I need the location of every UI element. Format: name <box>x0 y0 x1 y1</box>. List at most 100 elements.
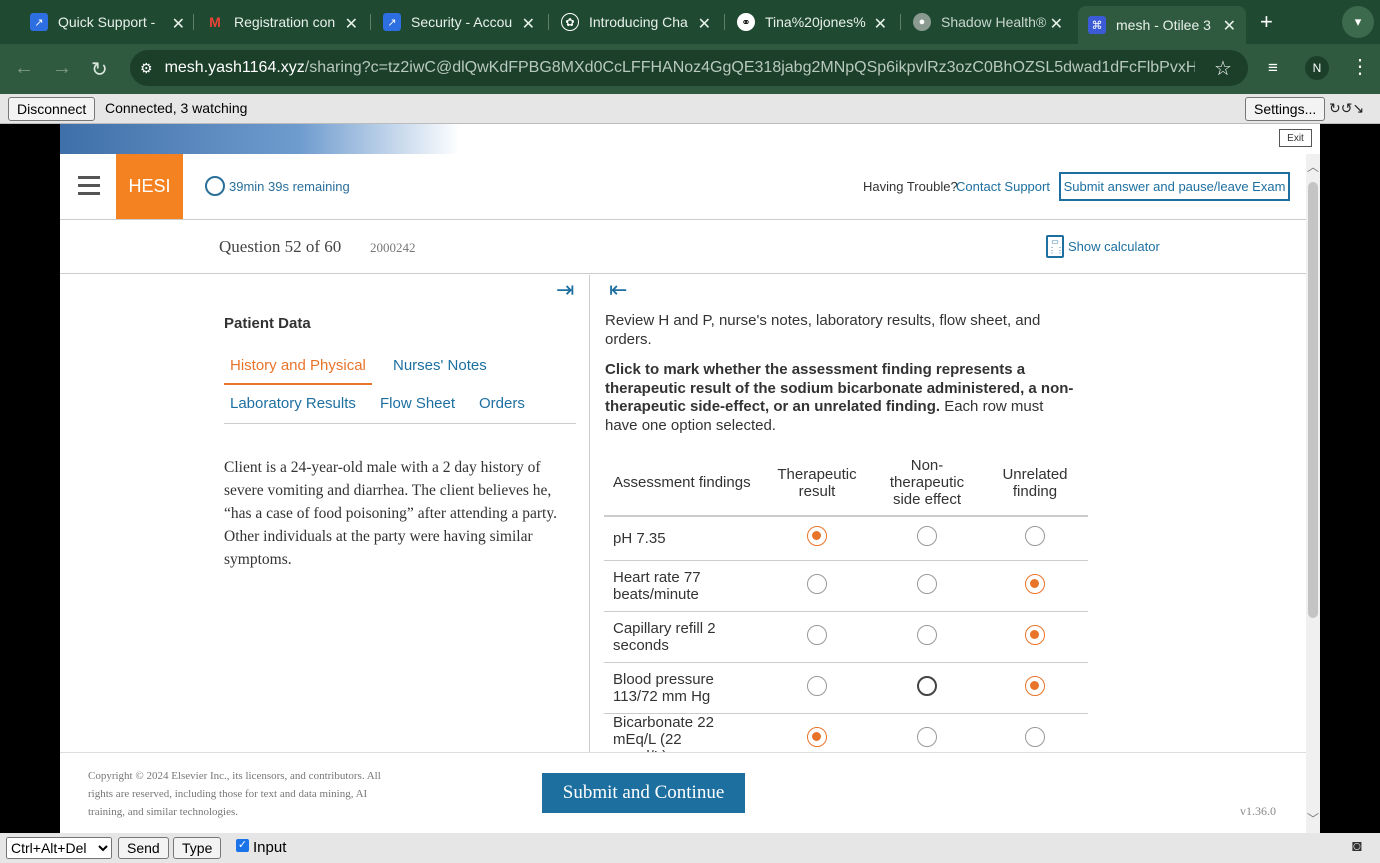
send-button[interactable]: Send <box>118 837 169 859</box>
assessment-table: Assessment findings Therapeutic result N… <box>604 450 1088 753</box>
tab-mesh[interactable]: ⌘ mesh - Otilee 3 ✕ <box>1078 6 1246 44</box>
disconnect-button[interactable]: Disconnect <box>8 97 96 121</box>
scroll-up-icon[interactable]: ︿ <box>1306 158 1320 175</box>
therapeutic-radio[interactable] <box>807 526 827 547</box>
instruction-mark: Click to mark whether the assessment fin… <box>605 361 1075 435</box>
openai-icon: ✿ <box>561 13 579 31</box>
expand-right-icon[interactable]: ⇥ <box>556 277 574 303</box>
tab-laboratory-results[interactable]: Laboratory Results <box>230 395 356 412</box>
side-effect-radio[interactable] <box>917 675 937 696</box>
gmail-icon: M <box>209 14 221 30</box>
new-tab-icon[interactable]: + <box>1260 9 1273 35</box>
globe-icon: ● <box>913 13 931 31</box>
tab-introducing[interactable]: ✿ Introducing Cha ✕ <box>561 6 711 38</box>
close-icon[interactable]: ✕ <box>698 14 711 34</box>
hamburger-icon[interactable] <box>78 176 100 195</box>
bookmark-star-icon[interactable]: ☆ <box>1214 56 1232 81</box>
unrelated-radio[interactable] <box>1025 573 1045 594</box>
close-icon[interactable]: ✕ <box>874 14 887 34</box>
unrelated-radio[interactable] <box>1025 624 1045 645</box>
calculator-icon[interactable]: ▭ ⋮⋮ <box>1046 235 1064 258</box>
tab-separator <box>900 14 901 30</box>
unrelated-radio[interactable] <box>1025 526 1045 547</box>
therapeutic-radio[interactable] <box>807 573 827 594</box>
tab-title: Security - Accou <box>411 14 513 30</box>
tab-search-icon[interactable]: ▾ <box>1342 6 1374 38</box>
url-path: /sharing?c=tz2iwC@dlQwKdFPBG8MXd0CcLFFHA… <box>304 59 1195 76</box>
settings-button[interactable]: Settings... <box>1245 97 1326 121</box>
tab-separator <box>724 14 725 30</box>
finding-label: Bicarbonate 22 mEq/L (22 mmol/L) <box>613 713 714 753</box>
therapeutic-radio[interactable] <box>807 727 827 747</box>
submit-continue-button[interactable]: Submit and Continue <box>542 773 745 813</box>
side-effect-radio[interactable] <box>917 526 937 547</box>
tab-nurses-notes[interactable]: Nurses' Notes <box>393 357 487 374</box>
keys-select[interactable]: Ctrl+Alt+Del <box>6 837 112 859</box>
question-id: 2000242 <box>370 240 416 255</box>
collapse-left-icon[interactable]: ⇤ <box>609 277 627 303</box>
close-icon[interactable]: ✕ <box>1050 14 1063 34</box>
browser-chrome: ↗ Quick Support - ✕ M Registration con ✕… <box>0 0 1380 94</box>
table-header-row: Assessment findings Therapeutic result N… <box>604 450 1088 516</box>
tab-separator <box>193 14 194 30</box>
copyright-text: Copyright © 2024 Elsevier Inc., its lice… <box>88 770 381 818</box>
tabs-divider <box>224 423 576 424</box>
table-row: Blood pressure 113/72 mm Hg <box>604 662 1088 713</box>
therapeutic-radio[interactable] <box>807 675 827 696</box>
hesi-logo: HESI <box>116 154 183 219</box>
scroll-thumb[interactable] <box>1308 182 1318 618</box>
tab-security[interactable]: ↗ Security - Accou ✕ <box>383 6 535 38</box>
close-icon[interactable]: ✕ <box>1223 16 1236 36</box>
tab-flow-sheet[interactable]: Flow Sheet <box>380 395 455 412</box>
column-header: Therapeutic result <box>777 465 857 500</box>
table-row: Heart rate 77 beats/minute <box>604 560 1088 611</box>
scroll-down-icon[interactable]: ﹀ <box>1306 810 1320 827</box>
site-settings-icon[interactable]: ⚙ <box>140 60 153 77</box>
tab-registration[interactable]: M Registration con ✕ <box>206 6 358 38</box>
refresh-icons[interactable]: ↻↺↘ <box>1329 100 1364 117</box>
arrow-app-icon: ↗ <box>30 13 48 31</box>
exam-app: Exit HESI 39min 39s remaining Having Tro… <box>60 124 1320 833</box>
address-bar[interactable]: ⚙ mesh.yash1164.xyz /sharing?c=tz2iwC@dl… <box>130 50 1248 86</box>
unrelated-radio[interactable] <box>1025 675 1045 696</box>
menu-icon[interactable]: ⋮ <box>1350 54 1370 79</box>
tab-orders[interactable]: Orders <box>479 395 525 412</box>
camera-icon[interactable]: ◙ <box>1352 838 1362 856</box>
therapeutic-radio[interactable] <box>807 624 827 645</box>
tab-shadow-health[interactable]: ● Shadow Health® ✕ <box>913 6 1063 38</box>
media-icon[interactable]: ≡ <box>1268 58 1278 78</box>
input-checkbox[interactable]: ✓ <box>236 839 249 852</box>
patient-data-title: Patient Data <box>224 315 311 332</box>
link-icon: ⚭ <box>737 13 755 31</box>
scrollbar[interactable]: ︿ ﹀ <box>1306 154 1320 833</box>
question-panel: ⇤ Review H and P, nurse's notes, laborat… <box>591 275 1306 753</box>
side-effect-radio[interactable] <box>917 727 937 747</box>
tab-history-physical[interactable]: History and Physical <box>230 357 366 374</box>
contact-support-link[interactable]: Contact Support <box>956 179 1050 194</box>
mesh-icon: ⌘ <box>1088 16 1106 34</box>
reload-icon[interactable]: ↻ <box>91 57 108 82</box>
forward-icon[interactable]: → <box>52 57 72 80</box>
active-tab-underline <box>224 383 372 385</box>
clock-icon <box>205 176 225 196</box>
table-row: Bicarbonate 22 mEq/L (22 mmol/L) <box>604 713 1088 753</box>
unrelated-radio[interactable] <box>1025 727 1045 747</box>
tab-tina-jones[interactable]: ⚭ Tina%20jones% ✕ <box>737 6 887 38</box>
side-effect-radio[interactable] <box>917 573 937 594</box>
close-icon[interactable]: ✕ <box>522 14 535 34</box>
back-icon[interactable]: ← <box>14 57 34 80</box>
finding-label: pH 7.35 <box>613 529 666 547</box>
question-bar: Question 52 of 60 2000242 ▭ ⋮⋮ Show calcu… <box>60 220 1306 274</box>
tab-title: Introducing Cha <box>589 14 688 30</box>
close-icon[interactable]: ✕ <box>345 14 358 34</box>
exit-button[interactable]: Exit <box>1279 129 1312 147</box>
side-effect-radio[interactable] <box>917 624 937 645</box>
finding-label: Heart rate 77 beats/minute <box>613 568 701 603</box>
close-icon[interactable]: ✕ <box>172 14 185 34</box>
tab-quick-support[interactable]: ↗ Quick Support - ✕ <box>30 6 185 38</box>
type-button[interactable]: Type <box>173 837 222 859</box>
avatar[interactable]: N <box>1305 56 1329 80</box>
show-calculator-button[interactable]: Show calculator <box>1068 239 1160 254</box>
submit-pause-button[interactable]: Submit answer and pause/leave Exam <box>1059 172 1290 201</box>
tab-separator <box>548 14 549 30</box>
